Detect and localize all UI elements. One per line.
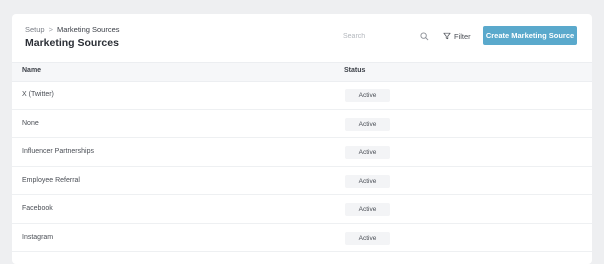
table-row[interactable]: Instagram Active xyxy=(12,224,592,252)
status-badge: Active xyxy=(345,203,390,216)
table-row[interactable]: Employee Referral Active xyxy=(12,167,592,195)
table-row[interactable]: None Active xyxy=(12,110,592,138)
row-name: None xyxy=(22,119,39,127)
table-row[interactable]: X (Twitter) Active xyxy=(12,81,592,110)
row-name: Influencer Partnerships xyxy=(22,148,94,155)
breadcrumb-separator: > xyxy=(48,25,53,34)
create-marketing-source-button[interactable]: Create Marketing Source xyxy=(483,26,577,45)
search-box[interactable] xyxy=(343,29,429,43)
breadcrumb-current: Marketing Sources xyxy=(57,25,120,34)
row-name: X (Twitter) xyxy=(22,91,54,98)
table-row[interactable]: Facebook Active xyxy=(12,195,592,224)
table-row[interactable]: Influencer Partnerships Active xyxy=(12,138,592,167)
filter-label: Filter xyxy=(454,31,471,41)
status-badge: Active xyxy=(345,117,390,131)
row-name: Employee Referral xyxy=(22,176,80,184)
funnel-icon xyxy=(443,32,451,40)
search-icon[interactable] xyxy=(420,32,429,41)
status-badge: Active xyxy=(345,231,390,245)
table-header: Name Status xyxy=(12,62,592,82)
page-header: Setup > Marketing Sources Marketing Source… xyxy=(12,14,592,62)
row-name: Instagram xyxy=(22,233,54,241)
search-input[interactable] xyxy=(343,29,415,43)
breadcrumb-parent-link[interactable]: Setup xyxy=(25,25,45,34)
status-badge: Active xyxy=(345,174,390,188)
column-header-status[interactable]: Status xyxy=(344,67,365,74)
breadcrumb: Setup > Marketing Sources xyxy=(25,25,120,34)
marketing-sources-panel: Setup > Marketing Sources Marketing Source… xyxy=(12,14,592,264)
row-name: Facebook xyxy=(22,205,53,212)
status-badge: Active xyxy=(345,146,390,159)
page-title: Marketing Sources xyxy=(25,37,119,49)
status-badge: Active xyxy=(345,89,390,102)
column-header-name[interactable]: Name xyxy=(22,67,41,74)
filter-button[interactable]: Filter xyxy=(443,29,471,43)
table-body: X (Twitter) Active None Active Influence… xyxy=(12,81,592,252)
